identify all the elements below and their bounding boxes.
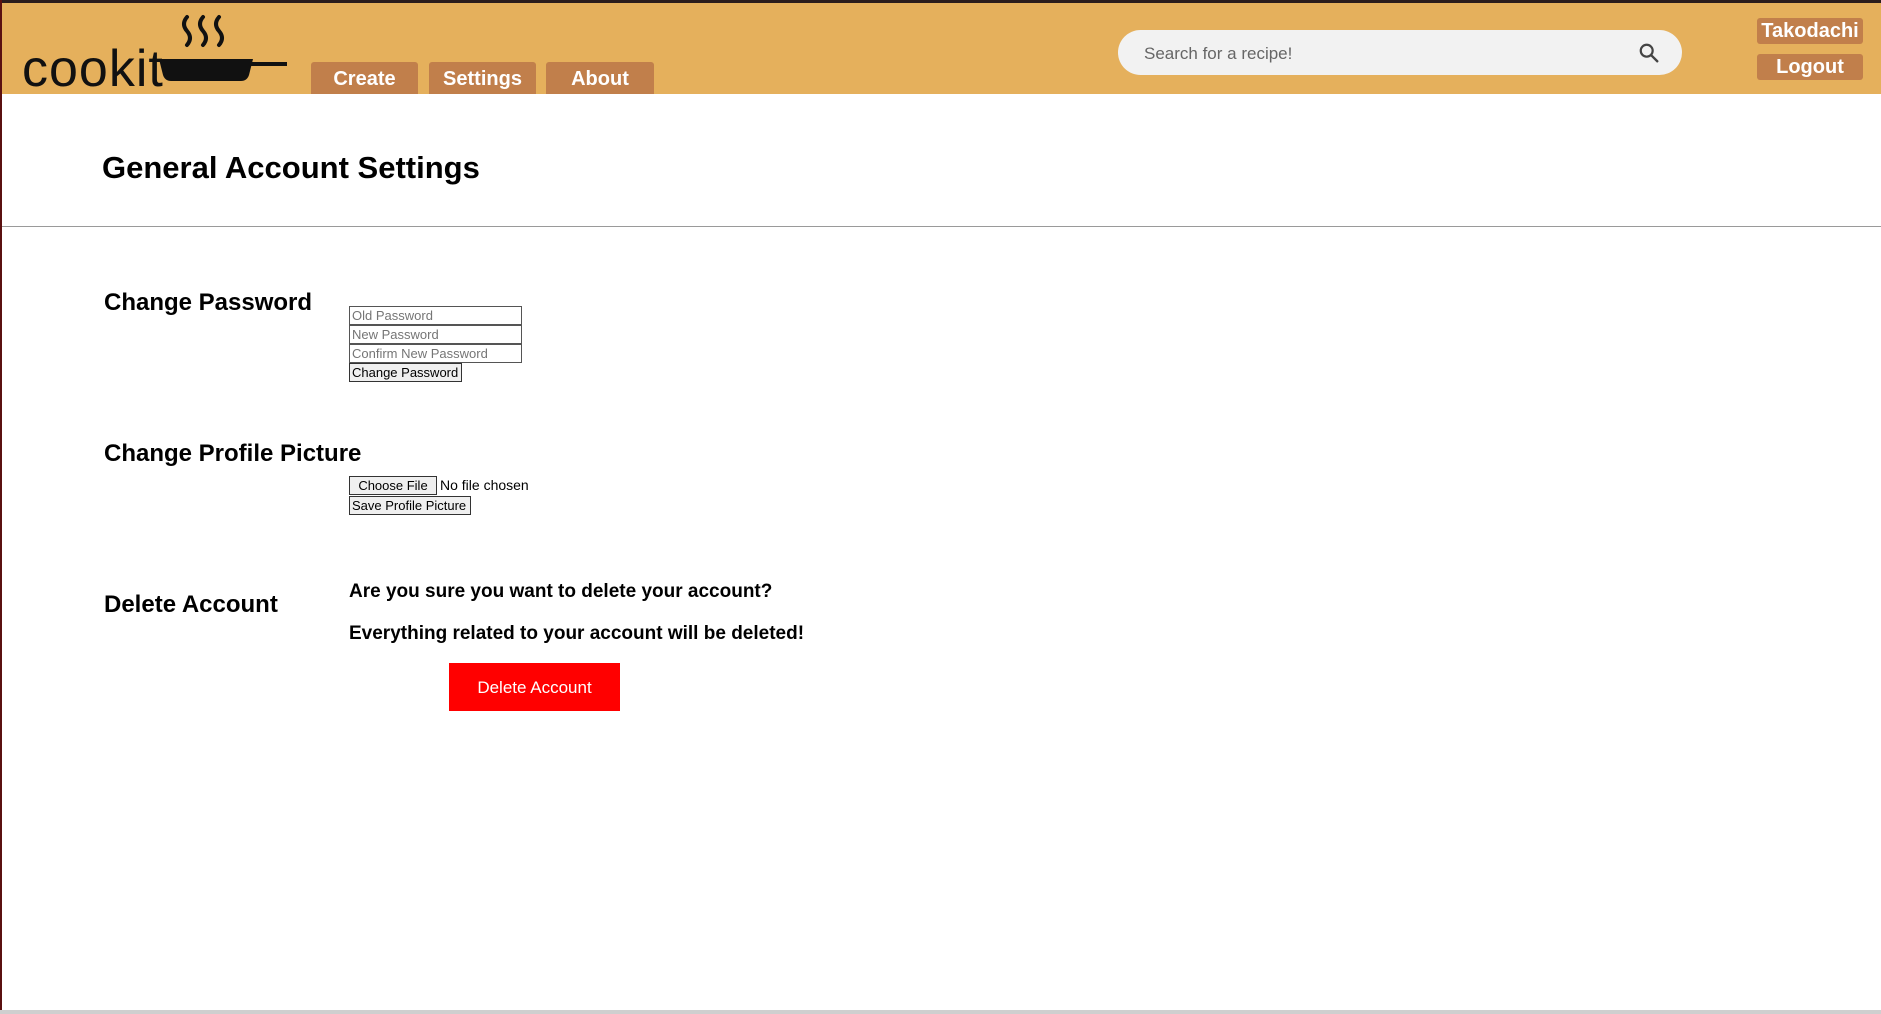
frying-pan-icon [159, 15, 287, 81]
logo-text: cookit [22, 40, 164, 98]
choose-file-button[interactable]: Choose File [349, 476, 437, 495]
tab-create[interactable]: Create [311, 62, 418, 94]
confirm-password-field[interactable] [349, 344, 522, 363]
window-left-border [0, 0, 2, 1014]
change-profile-picture-heading: Change Profile Picture [104, 440, 362, 467]
tab-about[interactable]: About [546, 62, 654, 94]
search-bar [1118, 30, 1682, 77]
delete-account-button[interactable]: Delete Account [449, 663, 620, 711]
change-password-heading: Change Password [104, 289, 313, 316]
old-password-field[interactable] [349, 306, 522, 325]
search-icon[interactable] [1638, 42, 1660, 64]
top-header: cookit Create Settings About Takodachi L… [2, 3, 1881, 98]
window-bottom-border [0, 1010, 1881, 1014]
delete-confirm-question: Are you sure you want to delete your acc… [349, 581, 773, 602]
delete-account-heading: Delete Account [104, 591, 278, 618]
save-profile-picture-button[interactable]: Save Profile Picture [349, 496, 471, 515]
title-divider [2, 226, 1881, 227]
username-button[interactable]: Takodachi [1757, 18, 1863, 44]
change-password-button[interactable]: Change Password [349, 363, 462, 382]
new-password-field[interactable] [349, 325, 522, 344]
delete-warning-text: Everything related to your account will … [349, 623, 805, 644]
cookit-logo[interactable]: cookit [22, 9, 292, 98]
search-input[interactable] [1142, 30, 1626, 77]
tab-settings[interactable]: Settings [429, 62, 536, 94]
page-title: General Account Settings [102, 150, 480, 185]
logout-button[interactable]: Logout [1757, 54, 1863, 80]
file-status-text: No file chosen [440, 477, 529, 493]
